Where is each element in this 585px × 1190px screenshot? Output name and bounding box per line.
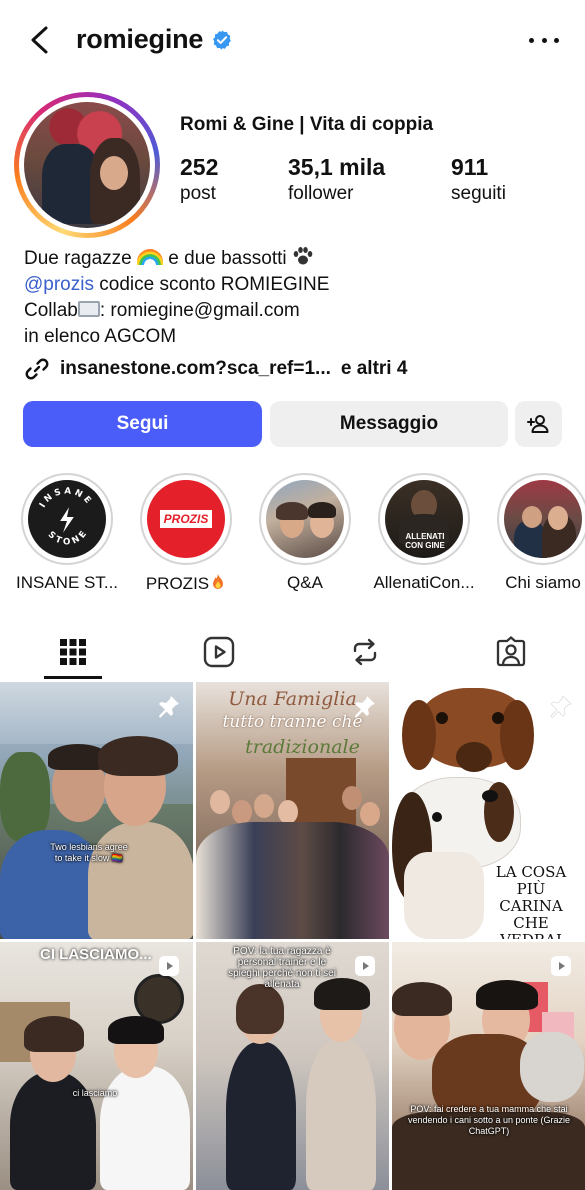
post-tile[interactable]: CI LASCIAMO... ci lasciamo: [0, 942, 193, 1190]
tab-grid[interactable]: [0, 624, 146, 680]
bio-text: Collab: [24, 300, 78, 321]
reel-icon: [551, 956, 571, 976]
bio-line-1: Due ragazze e due bassotti: [24, 246, 329, 272]
bio-text: Due ragazze: [24, 248, 138, 269]
post-caption: POV: la tua ragazza è personal trainer e…: [228, 946, 336, 990]
post-caption: POV: fai credere a tua mamma che stai ve…: [407, 1104, 571, 1136]
add-person-icon: [526, 415, 548, 433]
active-tab-indicator: [44, 676, 102, 679]
pin-icon: [159, 696, 179, 718]
profile-tabs: [0, 624, 585, 680]
svg-text:INSANE: INSANE: [38, 486, 94, 509]
highlight-cover: PROZIS: [147, 480, 225, 558]
post-tile[interactable]: Two lesbians agree to take it slow 🏳️‍🌈: [0, 682, 193, 939]
bio-text: e due bassotti: [163, 248, 292, 269]
reel-icon: [355, 956, 375, 976]
pin-icon: [550, 695, 572, 718]
post-caption: Two lesbians agree to take it slow 🏳️‍🌈: [50, 842, 128, 863]
post-tile[interactable]: POV: la tua ragazza è personal trainer e…: [196, 942, 389, 1190]
tab-tagged[interactable]: [438, 624, 584, 680]
tab-reels[interactable]: [146, 624, 292, 680]
insane-stone-logo: INSANE STONE: [38, 486, 94, 547]
stat-following[interactable]: 911 seguiti: [451, 154, 506, 205]
stat-followers[interactable]: 35,1 mila follower: [288, 154, 451, 205]
highlight-cover: [266, 480, 344, 558]
reel-icon: [159, 956, 179, 976]
bio-text: : romiegine@gmail.com: [99, 300, 300, 321]
link-url[interactable]: insanestone.com?sca_ref=1...: [60, 358, 331, 380]
highlight-label: PROZIS: [131, 573, 241, 594]
profile-link[interactable]: insanestone.com?sca_ref=1... e altri 4: [24, 356, 407, 382]
paw-emoji-icon: [293, 247, 313, 265]
following-label: seguiti: [451, 183, 506, 204]
link-more[interactable]: e altri 4: [341, 358, 408, 380]
post-caption: ci lasciamo: [72, 1088, 118, 1098]
stat-posts[interactable]: 252 post: [180, 154, 288, 205]
bio-mention-link[interactable]: @prozis: [24, 274, 94, 295]
highlight-label: Chi siamo: [505, 573, 581, 592]
verified-badge-icon: [213, 29, 232, 50]
highlight-cover: INSANE STONE: [28, 480, 106, 558]
suggest-user-button[interactable]: [515, 401, 562, 447]
highlight-prozis[interactable]: PROZIS PROZIS: [131, 473, 241, 594]
followers-count: 35,1 mila: [288, 154, 386, 180]
more-icon[interactable]: [529, 28, 559, 52]
highlight-qa[interactable]: Q&A: [250, 473, 360, 593]
followers-label: follower: [288, 183, 354, 204]
pin-icon: [355, 696, 375, 718]
highlight-label: AllenatiCon...: [373, 573, 475, 592]
tagged-icon: [496, 636, 526, 667]
highlight-chi-siamo[interactable]: Chi siamo: [488, 473, 585, 593]
bio-line-4: in elenco AGCOM: [24, 326, 177, 347]
highlight-cover-text: ALLENATI CON GINE: [405, 532, 445, 550]
link-icon: [25, 358, 49, 380]
reels-icon: [203, 636, 235, 668]
post-text: LA COSA PIÙ CARINA CHE VEDRAI OGGI: [495, 863, 567, 940]
post-title: CI LASCIAMO...: [40, 946, 152, 963]
back-icon[interactable]: [22, 22, 58, 58]
highlight-label: Q&A: [287, 573, 323, 592]
post-tile[interactable]: LA COSA PIÙ CARINA CHE VEDRAI OGGI: [392, 682, 585, 939]
svg-text:STONE: STONE: [46, 527, 91, 547]
profile-stats: 252 post 35,1 mila follower 911 seguiti: [180, 154, 506, 205]
rainbow-emoji-icon: [137, 249, 164, 265]
bio-line-2: @prozis codice sconto ROMIEGINE: [24, 272, 329, 298]
prozis-logo: PROZIS: [159, 510, 213, 528]
highlight-cover: ALLENATI CON GINE: [385, 480, 463, 558]
highlight-allenati-con-gine[interactable]: ALLENATI CON GINE AllenatiCon...: [369, 473, 479, 593]
fire-emoji-icon: [213, 574, 224, 589]
highlight-cover: [504, 480, 582, 558]
profile-username: romiegine: [76, 24, 233, 55]
post-tile[interactable]: POV: fai credere a tua mamma che stai ve…: [392, 942, 585, 1190]
envelope-emoji-icon: [77, 301, 100, 317]
posts-label: post: [180, 183, 216, 204]
bio-line-3: Collab : romiegine@gmail.com: [24, 298, 329, 324]
username-text: romiegine: [76, 24, 204, 54]
message-button[interactable]: Messaggio: [270, 401, 508, 447]
reposts-icon: [353, 638, 377, 666]
post-tile[interactable]: Una Famiglia tutto tranne che tradiziona…: [196, 682, 389, 939]
follow-button[interactable]: Segui: [23, 401, 262, 447]
highlight-label: INSANE ST...: [15, 573, 119, 592]
top-bar: romiegine: [0, 0, 585, 80]
post-title: tradizionale: [245, 736, 360, 758]
posts-grid: Two lesbians agree to take it slow 🏳️‍🌈 …: [0, 682, 585, 1190]
posts-count: 252: [180, 154, 219, 180]
following-count: 911: [451, 154, 489, 180]
bio-text: codice sconto ROMIEGINE: [93, 274, 330, 295]
grid-icon: [60, 639, 86, 665]
avatar: [24, 102, 150, 228]
highlight-insane-stone[interactable]: INSANE STONE INSANE ST...: [12, 473, 122, 593]
profile-bio: Due ragazze e due bassotti @prozis codic…: [24, 246, 329, 350]
profile-avatar-story-ring[interactable]: [14, 92, 160, 238]
tab-reposts[interactable]: [292, 624, 438, 680]
profile-full-name: Romi & Gine | Vita di coppia: [180, 114, 434, 135]
